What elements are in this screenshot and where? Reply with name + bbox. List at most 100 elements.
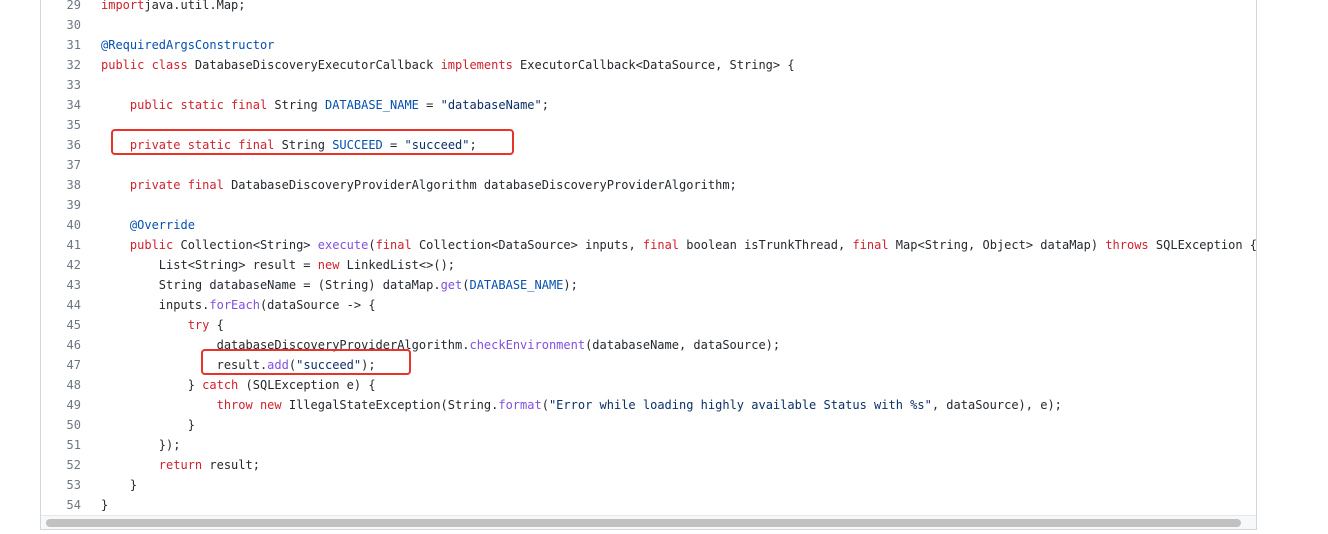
line-number[interactable]: 49 bbox=[41, 395, 81, 415]
code-token: catch bbox=[202, 378, 246, 392]
code-token: "Error while loading highly available St… bbox=[548, 398, 932, 412]
code-token: "succeed" bbox=[296, 358, 362, 372]
line-code: public class DatabaseDiscoveryExecutorCa… bbox=[101, 55, 795, 75]
line-code: }); bbox=[101, 435, 181, 455]
line-number[interactable]: 32 bbox=[41, 55, 81, 75]
code-token: (dataSource -> { bbox=[259, 298, 376, 312]
code-token: (SQLException e) { bbox=[245, 378, 376, 392]
code-token: "databaseName" bbox=[440, 98, 542, 112]
code-token: final bbox=[642, 238, 687, 252]
line-code: public static final String DATABASE_NAME… bbox=[101, 95, 549, 115]
line-number[interactable]: 30 bbox=[41, 15, 81, 35]
code-token: ; bbox=[541, 98, 549, 112]
code-token: String bbox=[281, 138, 333, 152]
line-number[interactable]: 46 bbox=[41, 335, 81, 355]
code-token: add bbox=[267, 358, 289, 372]
code-token: databaseDiscoveryProviderAlgorithm. bbox=[101, 338, 470, 352]
code-token: final bbox=[375, 238, 419, 252]
code-token: , dataSource), e); bbox=[931, 398, 1062, 412]
code-token: inputs. bbox=[101, 298, 210, 312]
line-number[interactable]: 41 bbox=[41, 235, 81, 255]
line-code: try { bbox=[101, 315, 224, 335]
line-number[interactable]: 38 bbox=[41, 175, 81, 195]
code-token: String bbox=[274, 98, 325, 112]
code-token: return bbox=[158, 458, 210, 472]
code-token: }); bbox=[101, 438, 181, 452]
line-number[interactable]: 43 bbox=[41, 275, 81, 295]
line-number[interactable]: 34 bbox=[41, 95, 81, 115]
line-code: } catch (SQLException e) { bbox=[101, 375, 376, 395]
horizontal-scrollbar[interactable] bbox=[41, 515, 1256, 529]
code-token: ; bbox=[469, 138, 477, 152]
code-token: public static final bbox=[129, 98, 275, 112]
code-token: new bbox=[317, 258, 347, 272]
line-number[interactable]: 50 bbox=[41, 415, 81, 435]
line-number[interactable]: 54 bbox=[41, 495, 81, 515]
line-code: private static final String SUCCEED = "s… bbox=[101, 135, 477, 155]
code-token: ( bbox=[368, 238, 376, 252]
code-token: Collection<String> bbox=[180, 238, 318, 252]
line-number[interactable]: 51 bbox=[41, 435, 81, 455]
line-number[interactable]: 42 bbox=[41, 255, 81, 275]
code-token: import bbox=[101, 0, 145, 12]
line-code: @RequiredArgsConstructor bbox=[101, 35, 274, 55]
line-number[interactable]: 48 bbox=[41, 375, 81, 395]
code-area: 29 importjava.util.Map; 30 31 @RequiredArgsC… bbox=[41, 0, 1256, 515]
line-number[interactable]: 40 bbox=[41, 215, 81, 235]
code-token: java.util.Map; bbox=[144, 0, 246, 12]
line-code: String databaseName = (String) dataMap.g… bbox=[101, 275, 578, 295]
code-token: = bbox=[382, 138, 405, 152]
code-token: LinkedList<>(); bbox=[346, 258, 456, 272]
line-number[interactable]: 29 bbox=[41, 0, 81, 15]
line-number[interactable]: 52 bbox=[41, 455, 81, 475]
code-token: throw new bbox=[216, 398, 289, 412]
code-token: DatabaseDiscoveryExecutorCallback bbox=[194, 58, 441, 72]
code-token: DATABASE_NAME bbox=[324, 98, 419, 112]
code-token: Map<String, Object> dataMap) bbox=[895, 238, 1106, 252]
code-viewer: 29 importjava.util.Map; 30 31 @RequiredArgsC… bbox=[40, 0, 1257, 530]
code-token: SQLException { bbox=[1155, 238, 1256, 252]
code-token: SUCCEED bbox=[332, 138, 383, 152]
line-number[interactable]: 53 bbox=[41, 475, 81, 495]
line-code: } bbox=[101, 475, 137, 495]
code-token: private final bbox=[129, 178, 232, 192]
code-token: { bbox=[216, 318, 224, 332]
code-token: execute bbox=[317, 238, 369, 252]
line-number[interactable]: 37 bbox=[41, 155, 81, 175]
scrollbar-thumb[interactable] bbox=[46, 519, 1241, 527]
code-token: (databaseName, dataSource); bbox=[585, 338, 781, 352]
code-token: private static final bbox=[129, 138, 282, 152]
line-code: inputs.forEach(dataSource -> { bbox=[101, 295, 376, 315]
code-token: @Override bbox=[129, 218, 195, 232]
line-number[interactable]: 39 bbox=[41, 195, 81, 215]
code-token: public class bbox=[101, 58, 195, 72]
line-number[interactable]: 44 bbox=[41, 295, 81, 315]
code-token: } bbox=[101, 418, 195, 432]
line-number[interactable]: 31 bbox=[41, 35, 81, 55]
code-token: format bbox=[498, 398, 542, 412]
line-number[interactable]: 35 bbox=[41, 115, 81, 135]
code-token: ExecutorCallback<DataSource, String> { bbox=[520, 58, 795, 72]
code-token: DatabaseDiscoveryProviderAlgorithm datab… bbox=[231, 178, 737, 192]
line-code: return result; bbox=[101, 455, 260, 475]
line-code: private final DatabaseDiscoveryProviderA… bbox=[101, 175, 737, 195]
line-number[interactable]: 47 bbox=[41, 355, 81, 375]
line-code: List<String> result = new LinkedList<>()… bbox=[101, 255, 455, 275]
code-token: @RequiredArgsConstructor bbox=[101, 38, 275, 52]
code-token: ); bbox=[361, 358, 376, 372]
line-number[interactable]: 45 bbox=[41, 315, 81, 335]
line-number[interactable]: 33 bbox=[41, 75, 81, 95]
line-code: @Override bbox=[101, 215, 195, 235]
line-number[interactable]: 36 bbox=[41, 135, 81, 155]
code-token: String databaseName = (String) dataMap. bbox=[101, 278, 441, 292]
code-token: forEach bbox=[209, 298, 260, 312]
code-token: ); bbox=[563, 278, 578, 292]
code-token: boolean isTrunkThread, bbox=[686, 238, 853, 252]
code-token: checkEnvironment bbox=[469, 338, 586, 352]
